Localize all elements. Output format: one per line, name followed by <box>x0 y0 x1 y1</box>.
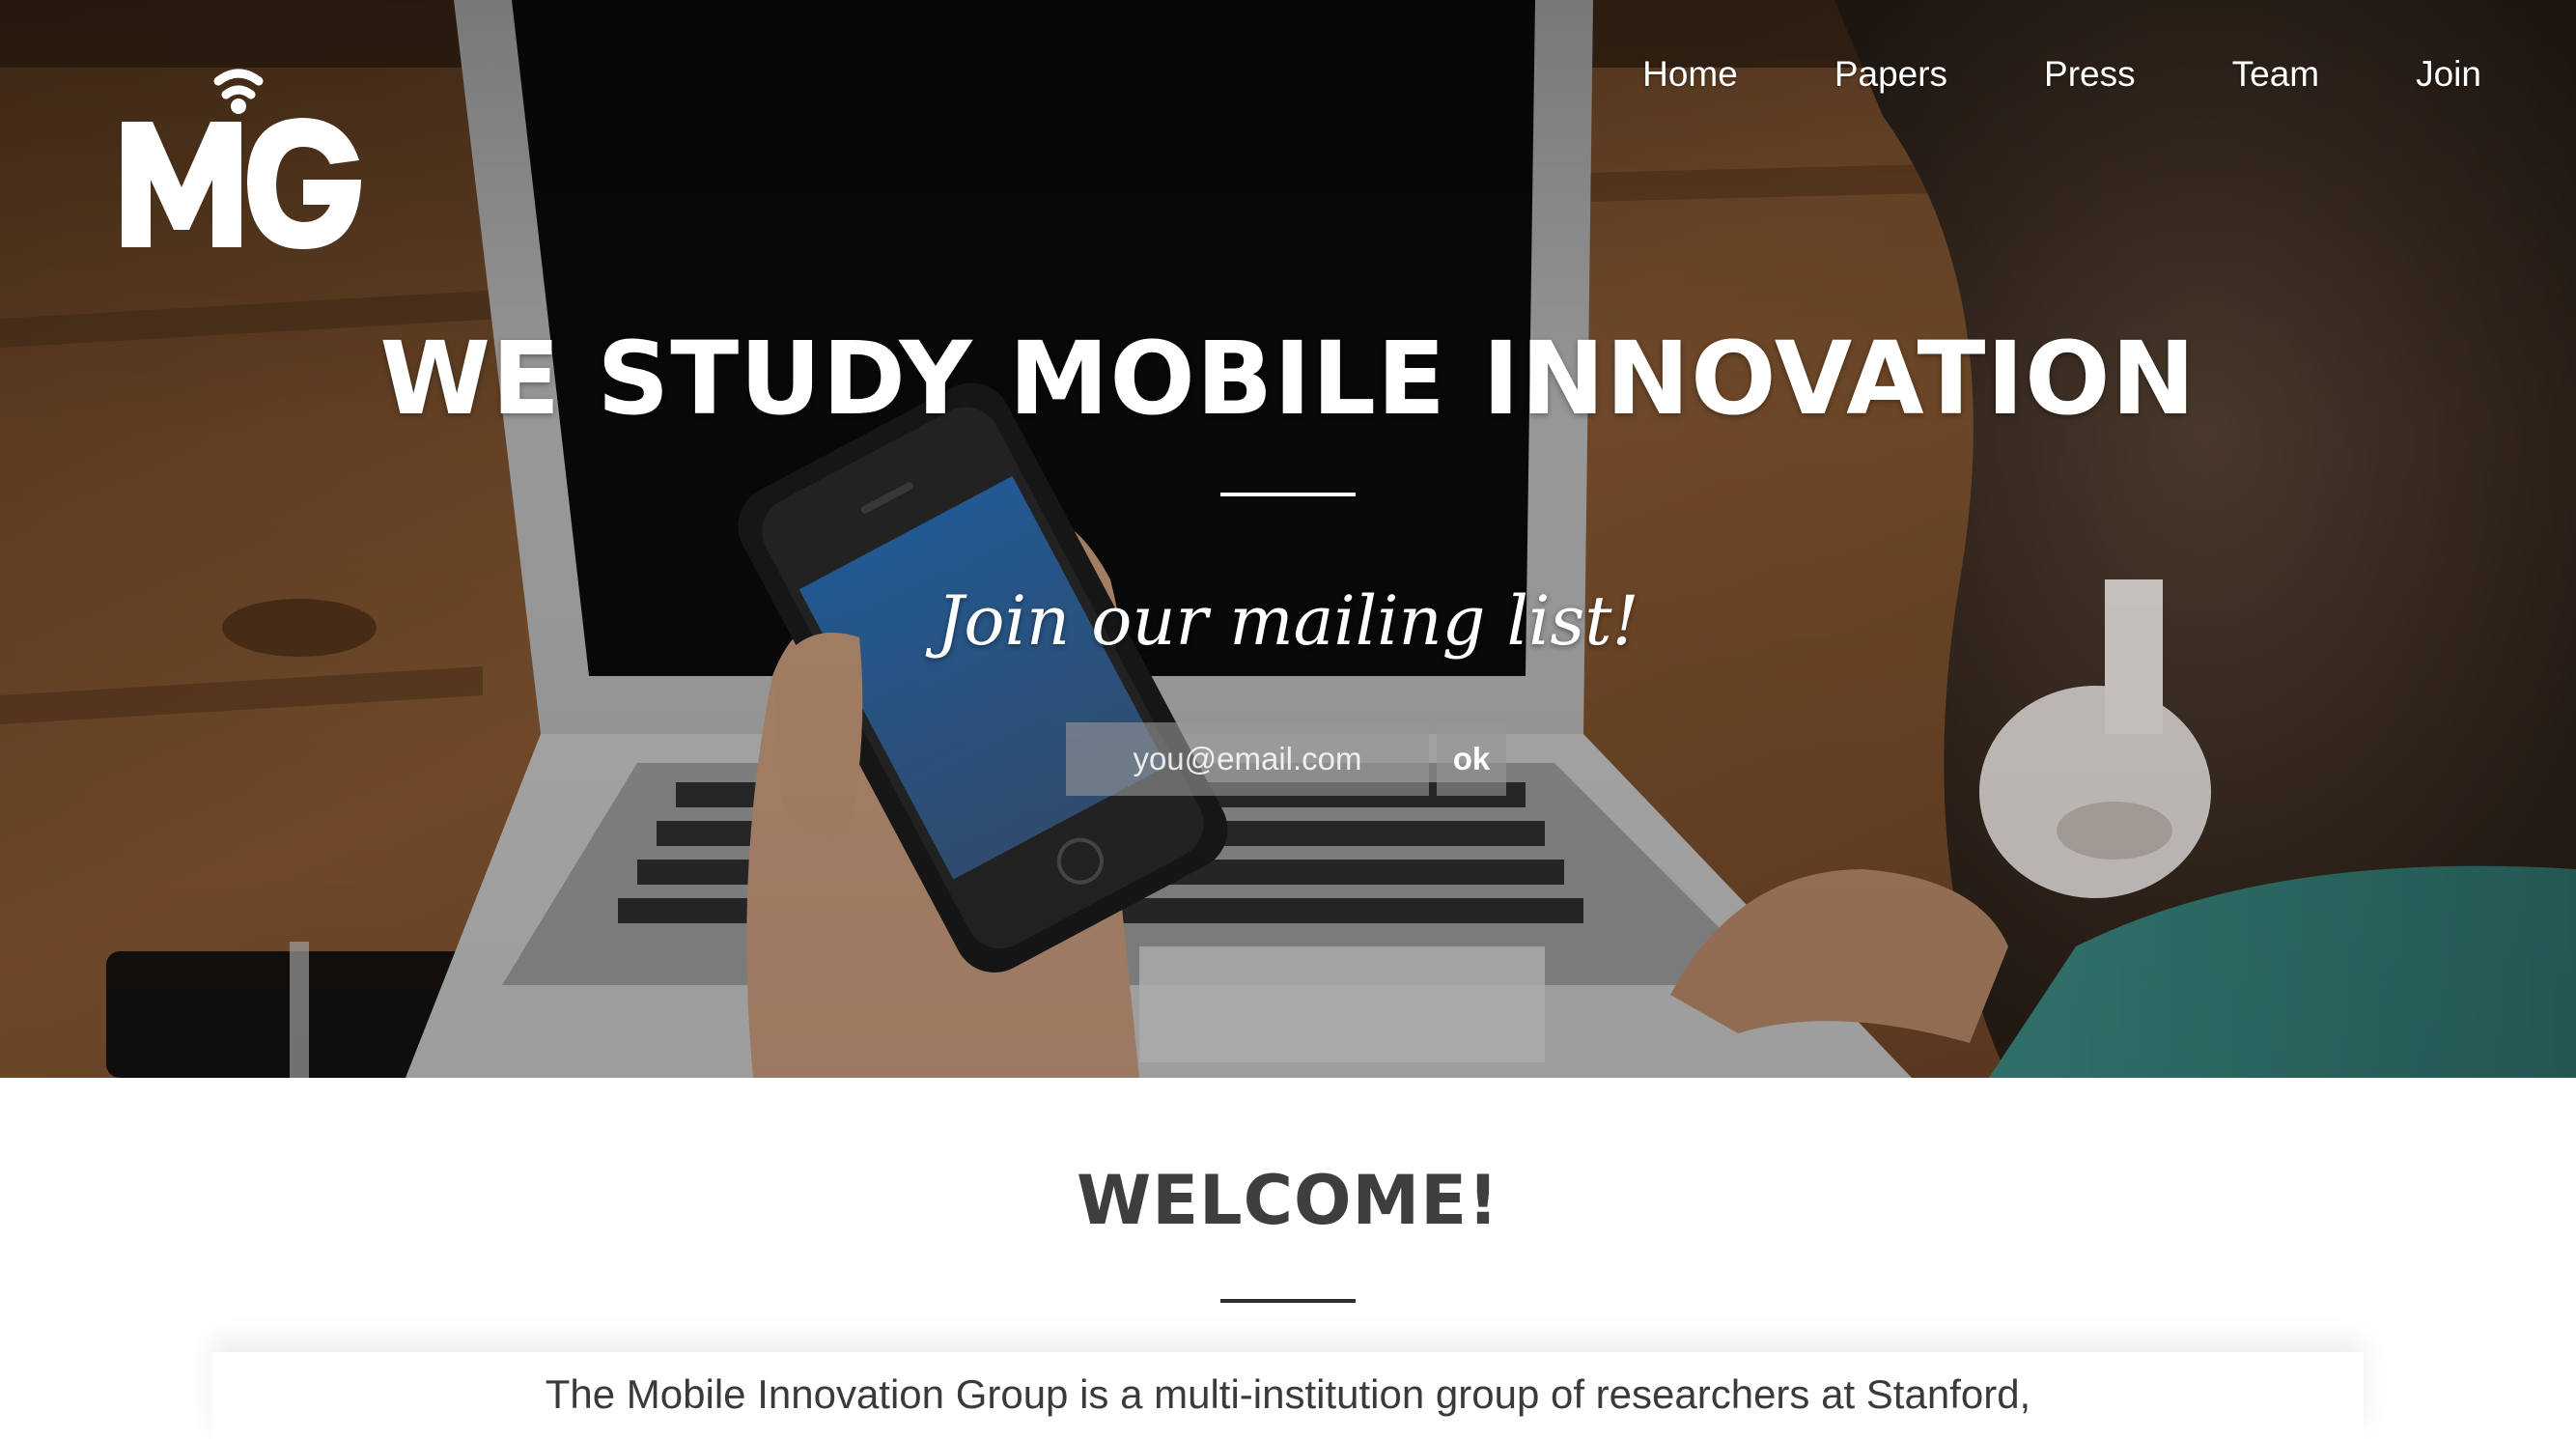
hero-headline: WE STUDY MOBILE INNOVATION <box>379 320 2197 437</box>
welcome-title: WELCOME! <box>1077 1161 1499 1240</box>
welcome-divider <box>1220 1299 1356 1303</box>
mailing-list-form: ok <box>1066 722 1506 796</box>
nav-team[interactable]: Team <box>2232 50 2319 99</box>
hero-section: Home Papers Press Team Join WE STUDY MOB… <box>0 0 2576 1078</box>
welcome-intro-text: The Mobile Innovation Group is a multi-i… <box>545 1371 2031 1417</box>
subscribe-ok-button[interactable]: ok <box>1437 722 1506 796</box>
hero-overlay <box>0 0 2576 1078</box>
mig-logo[interactable] <box>118 60 365 253</box>
nav-join[interactable]: Join <box>2416 50 2481 99</box>
nav-papers[interactable]: Papers <box>1834 50 1947 99</box>
mailing-list-tagline: Join our mailing list! <box>937 581 1639 661</box>
hero-divider <box>1220 493 1356 496</box>
nav-press[interactable]: Press <box>2044 50 2136 99</box>
main-nav: Home Papers Press Team Join <box>1546 50 2481 99</box>
nav-home[interactable]: Home <box>1642 50 1738 99</box>
email-input[interactable] <box>1066 722 1429 796</box>
wifi-icon <box>213 69 264 99</box>
